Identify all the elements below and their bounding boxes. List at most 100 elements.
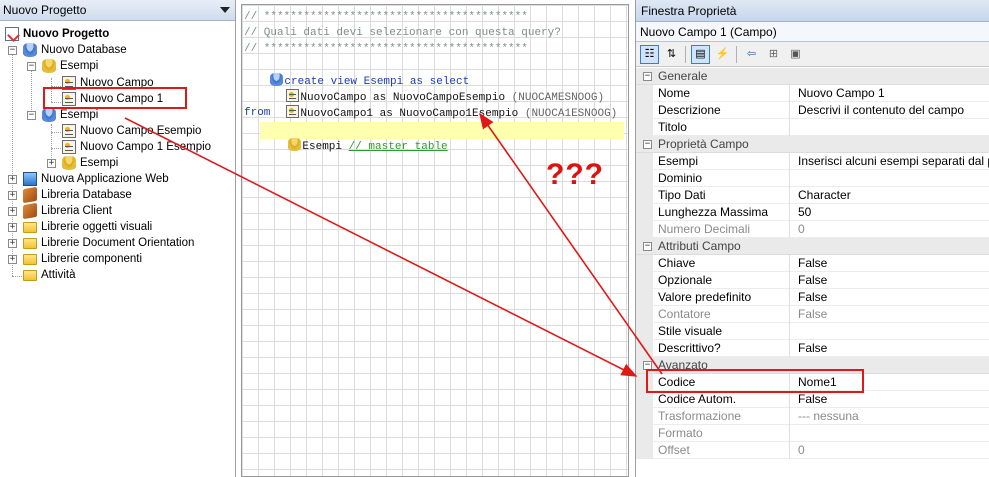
tree-item-label: Libreria Client bbox=[41, 205, 112, 217]
property-row[interactable]: Tipo Dati Character bbox=[636, 187, 989, 204]
collapse-icon[interactable]: − bbox=[27, 111, 36, 120]
property-value[interactable]: False bbox=[798, 255, 827, 272]
back-icon[interactable]: ⇦ bbox=[742, 45, 761, 64]
expand-icon[interactable]: + bbox=[47, 159, 56, 168]
field-code-hint: (NUOCA1ESNOOG) bbox=[524, 108, 618, 120]
code-comment-line: // *************************************… bbox=[244, 43, 528, 55]
property-value[interactable]: Descrivi il contenuto del campo bbox=[798, 102, 964, 119]
properties-window: Finestra Proprietà Nuovo Campo 1 (Campo)… bbox=[635, 0, 989, 477]
property-value[interactable]: False bbox=[798, 391, 827, 408]
code-field-line-1[interactable]: NuovoCampo as NuovoCampoEsempio (NUOCAME… bbox=[260, 73, 604, 104]
property-row: Contatore False bbox=[636, 306, 989, 323]
query-editor[interactable]: // *************************************… bbox=[241, 4, 629, 477]
view-icon bbox=[42, 108, 56, 122]
expand-icon[interactable]: + bbox=[8, 255, 17, 264]
property-row[interactable]: Stile visuale bbox=[636, 323, 989, 340]
events-icon[interactable]: ⚡ bbox=[713, 45, 732, 64]
expand-icon[interactable]: + bbox=[8, 191, 17, 200]
collapse-icon[interactable]: − bbox=[643, 242, 652, 251]
property-name: Descrizione bbox=[658, 102, 790, 119]
property-value[interactable]: 50 bbox=[798, 204, 811, 221]
question-marks: ??? bbox=[546, 158, 604, 191]
project-explorer-title: Nuovo Progetto bbox=[3, 3, 87, 17]
collapse-icon[interactable]: − bbox=[8, 46, 17, 55]
property-value[interactable]: Character bbox=[798, 187, 851, 204]
property-row: Formato bbox=[636, 425, 989, 442]
category-attributi-campo[interactable]: − Attributi Campo bbox=[636, 238, 989, 255]
property-value: 0 bbox=[798, 222, 805, 236]
property-row: Trasformazione --- nessuna bbox=[636, 408, 989, 425]
save-icon[interactable]: ▣ bbox=[786, 45, 805, 64]
property-row[interactable]: Codice Autom. False bbox=[636, 391, 989, 408]
property-row[interactable]: Valore predefinito False bbox=[636, 289, 989, 306]
property-name: Codice Autom. bbox=[658, 391, 790, 408]
tree-item-label: Nuovo Database bbox=[41, 44, 127, 56]
folder-icon bbox=[23, 222, 37, 233]
folder-icon bbox=[23, 254, 37, 265]
property-value[interactable]: Inserisci alcuni esempi separati dal pu bbox=[798, 153, 989, 170]
tree-item-label: Librerie componenti bbox=[41, 253, 143, 265]
property-row[interactable]: Chiave False bbox=[636, 255, 989, 272]
property-value[interactable]: False bbox=[798, 289, 827, 306]
property-name: Lunghezza Massima bbox=[658, 204, 790, 221]
tree-item-label: Libreria Database bbox=[41, 189, 132, 201]
property-grid: − Generale Nome Nuovo Campo 1 Descrizione D… bbox=[636, 68, 989, 459]
tree-item-label: Nuova Applicazione Web bbox=[41, 173, 169, 185]
property-row[interactable]: Lunghezza Massima 50 bbox=[636, 204, 989, 221]
collapse-icon[interactable]: − bbox=[27, 62, 36, 71]
property-row[interactable]: Descrizione Descrivi il contenuto del cam… bbox=[636, 102, 989, 119]
categorized-icon[interactable]: ☷ bbox=[640, 45, 659, 64]
folder-icon bbox=[23, 238, 37, 249]
property-value[interactable]: False bbox=[798, 272, 827, 289]
dropdown-arrow-icon[interactable] bbox=[220, 7, 230, 13]
property-row[interactable]: Esempi Inserisci alcuni esempi separati d… bbox=[636, 153, 989, 170]
property-row[interactable]: Descrittivo? False bbox=[636, 340, 989, 357]
property-row[interactable]: Nome Nuovo Campo 1 bbox=[636, 85, 989, 102]
code-create-view-line: create view Esempi as select bbox=[244, 57, 469, 88]
category-generale[interactable]: − Generale bbox=[636, 68, 989, 85]
properties-icon[interactable]: ▤ bbox=[691, 45, 710, 64]
property-name: Dominio bbox=[658, 170, 790, 187]
field-alias-text: NuovoCampo1 as NuovoCampo1Esempio bbox=[300, 108, 519, 120]
project-explorer-header[interactable]: Nuovo Progetto bbox=[0, 0, 235, 21]
property-name: Nome bbox=[658, 85, 790, 102]
expand-icon[interactable]: + bbox=[8, 239, 17, 248]
expand-icon[interactable]: + bbox=[8, 223, 17, 232]
table-icon bbox=[42, 59, 56, 73]
collapse-icon[interactable]: − bbox=[643, 140, 652, 149]
property-value[interactable]: False bbox=[798, 340, 827, 357]
property-name: Tipo Dati bbox=[658, 187, 790, 204]
property-name: Titolo bbox=[658, 119, 790, 136]
tree-item-label: Nuovo Campo 1 Esempio bbox=[80, 141, 212, 153]
library-icon bbox=[23, 186, 37, 204]
tree-item-label: Nuovo Progetto bbox=[23, 28, 110, 40]
properties-title: Finestra Proprietà bbox=[636, 0, 989, 22]
tree-item-label: Esempi bbox=[60, 60, 99, 72]
table-icon bbox=[288, 138, 302, 151]
expand-icon[interactable]: + bbox=[8, 207, 17, 216]
property-value[interactable]: Nuovo Campo 1 bbox=[798, 85, 885, 102]
tree-icon[interactable]: ⊞ bbox=[764, 45, 783, 64]
property-value: --- nessuna bbox=[798, 409, 859, 423]
category-proprieta-campo[interactable]: − Proprietà Campo bbox=[636, 136, 989, 153]
project-icon bbox=[5, 27, 19, 41]
category-label: Generale bbox=[658, 69, 708, 83]
collapse-icon[interactable]: − bbox=[643, 72, 652, 81]
tree-item-label: Librerie oggetti visuali bbox=[41, 221, 153, 233]
database-icon bbox=[23, 43, 37, 57]
property-row[interactable]: Opzionale False bbox=[636, 272, 989, 289]
tree-item-label: Librerie Document Orientation bbox=[41, 237, 195, 249]
property-row[interactable]: Titolo bbox=[636, 119, 989, 136]
code-from-line: from bbox=[244, 107, 271, 119]
code-table-line[interactable]: Esempi // master table bbox=[262, 122, 448, 153]
code-field-line-2[interactable]: NuovoCampo1 as NuovoCampo1Esempio (NUOCA… bbox=[260, 89, 617, 120]
category-label: Proprietà Campo bbox=[658, 137, 749, 151]
tree-item-label: Attività bbox=[41, 269, 76, 281]
field-icon bbox=[62, 124, 76, 138]
expand-icon[interactable]: + bbox=[8, 175, 17, 184]
alphabetical-icon[interactable]: ⇅ bbox=[662, 45, 681, 64]
selected-object-label[interactable]: Nuovo Campo 1 (Campo) bbox=[636, 22, 989, 42]
property-name: Contatore bbox=[658, 306, 790, 323]
property-row[interactable]: Dominio bbox=[636, 170, 989, 187]
field-icon bbox=[286, 105, 300, 118]
